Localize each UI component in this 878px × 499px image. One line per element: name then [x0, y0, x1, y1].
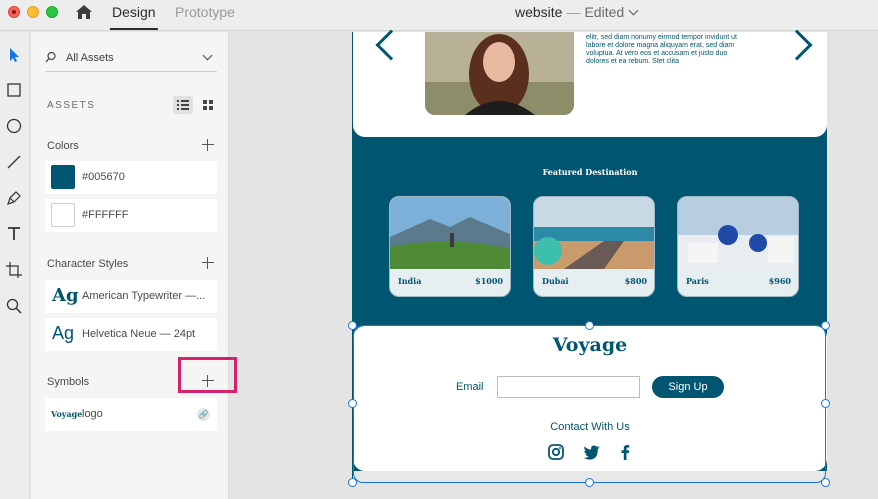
close-window-button[interactable] [8, 6, 20, 18]
add-color-button[interactable] [202, 139, 214, 151]
twitter-icon[interactable] [583, 443, 601, 461]
character-style-preview: Ag [52, 285, 79, 306]
tab-design[interactable]: Design [110, 4, 158, 30]
india-photo [390, 197, 510, 269]
color-asset-label: #005670 [82, 171, 125, 183]
character-style-label: Helvetica Neue — 24pt [82, 328, 196, 340]
list-view-icon [177, 100, 189, 110]
destination-price: $800 [624, 276, 647, 286]
color-asset-item[interactable]: #005670 [45, 161, 217, 194]
woman-photo[interactable] [425, 32, 574, 115]
resize-handle-bottom[interactable] [585, 478, 594, 487]
resize-handle-right[interactable] [821, 399, 830, 408]
text-icon[interactable] [5, 225, 23, 243]
artboard-icon[interactable] [5, 261, 23, 279]
symbol-thumbnail: Voyage [51, 409, 83, 419]
instagram-icon[interactable] [547, 443, 565, 461]
resize-handle-top[interactable] [585, 321, 594, 330]
destination-card-india[interactable]: India $1000 [389, 196, 511, 297]
character-style-label: American Typewriter —... [82, 290, 206, 302]
resize-handle-bottom-right[interactable] [821, 478, 830, 487]
color-asset-label: #FFFFFF [82, 209, 129, 221]
select-icon[interactable] [5, 46, 23, 64]
assets-filter-label: All Assets [66, 52, 114, 64]
email-label: Email [456, 381, 484, 393]
resize-handle-top-right[interactable] [821, 321, 830, 330]
grid-view-button[interactable] [199, 96, 217, 114]
search-icon [45, 51, 56, 63]
character-style-preview: Ag [52, 323, 75, 343]
colors-section-title: Colors [47, 140, 79, 152]
symbol-label: logo [82, 408, 103, 420]
destination-name: India [398, 276, 422, 286]
destination-price: $1000 [475, 276, 503, 286]
pen-icon[interactable] [5, 189, 23, 207]
document-status: Edited [584, 4, 625, 20]
zoom-window-button[interactable] [46, 6, 58, 18]
destination-price: $960 [768, 276, 791, 286]
color-swatch [51, 165, 75, 189]
contact-label: Contact With Us [550, 421, 630, 433]
assets-panel: All Assets ASSETS Colors #005670 #FFFFFF… [31, 32, 229, 499]
color-asset-item[interactable]: #FFFFFF [45, 199, 217, 232]
minimize-window-button[interactable] [27, 6, 39, 18]
dubai-photo [534, 197, 654, 269]
document-name: website [515, 4, 563, 20]
chevron-down-icon [202, 50, 213, 61]
grid-view-icon [203, 100, 213, 110]
link-icon: 🔗 [197, 408, 210, 421]
resize-handle-left[interactable] [348, 399, 357, 408]
line-icon[interactable] [5, 153, 23, 171]
ellipse-icon[interactable] [5, 117, 23, 135]
destination-card-paris[interactable]: Paris $960 [677, 196, 799, 297]
color-swatch [51, 203, 75, 227]
chevron-down-icon [628, 5, 639, 16]
resize-handle-top-left[interactable] [348, 321, 357, 330]
paris-photo [678, 197, 798, 269]
character-style-item[interactable]: Ag American Typewriter —... [45, 280, 217, 313]
zoom-icon[interactable] [5, 297, 23, 315]
tab-prototype[interactable]: Prototype [175, 4, 235, 20]
character-styles-section-title: Character Styles [47, 258, 129, 270]
list-view-button[interactable] [173, 96, 193, 114]
title-separator: — [566, 4, 581, 20]
assets-filter-dropdown[interactable]: All Assets [45, 46, 217, 72]
resize-handle-bottom-left[interactable] [348, 478, 357, 487]
destination-name: Paris [686, 276, 709, 286]
home-icon[interactable] [75, 4, 93, 20]
intro-paragraph: elitr, sed diam nonumy eirmod tempor inv… [586, 34, 737, 65]
add-character-style-button[interactable] [202, 257, 214, 269]
document-title[interactable]: website — Edited [515, 4, 639, 20]
sign-up-button[interactable]: Sign Up [652, 376, 724, 398]
email-field[interactable] [497, 376, 640, 398]
destination-card-dubai[interactable]: Dubai $800 [533, 196, 655, 297]
assets-heading: ASSETS [47, 100, 96, 111]
tool-bar [0, 32, 30, 499]
character-style-item[interactable]: Ag Helvetica Neue — 24pt [45, 318, 217, 351]
voyage-logo: Voyage [552, 334, 628, 356]
symbol-item[interactable]: Voyage logo 🔗 [45, 398, 217, 431]
rectangle-icon[interactable] [5, 81, 23, 99]
add-symbol-highlight [178, 357, 237, 393]
title-bar: Design Prototype website — Edited [0, 0, 878, 31]
facebook-icon[interactable] [616, 443, 634, 461]
featured-destination-title: Featured Destination [542, 167, 638, 177]
destination-name: Dubai [542, 276, 569, 286]
symbols-section-title: Symbols [47, 376, 90, 388]
